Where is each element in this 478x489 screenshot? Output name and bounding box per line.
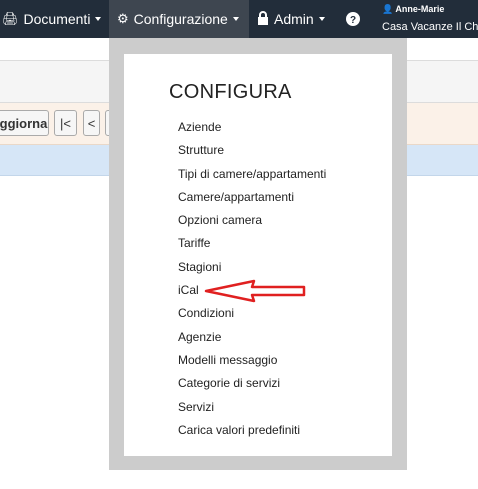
- menu-item-condizioni[interactable]: Condizioni: [178, 302, 326, 325]
- user-property: Casa Vacanze Il Chi: [382, 21, 478, 33]
- prev-page-button[interactable]: <: [83, 110, 100, 136]
- user-icon: 👤: [382, 4, 394, 14]
- configura-menu: CONFIGURA Aziende Strutture Tipi di came…: [124, 54, 392, 456]
- svg-text:?: ?: [350, 15, 356, 26]
- print-icon: 🖨: [2, 11, 19, 26]
- help-button[interactable]: ?: [346, 0, 360, 38]
- nav-configurazione[interactable]: ⚙ Configurazione: [109, 0, 249, 38]
- menu-title: CONFIGURA: [169, 81, 292, 103]
- nav-documenti-label: Documenti: [23, 11, 91, 27]
- lock-icon: [257, 10, 269, 28]
- chevron-down-icon: [232, 17, 239, 21]
- nav-admin[interactable]: Admin: [257, 0, 325, 38]
- user-info[interactable]: 👤 Anne-Marie Casa Vacanze Il Chi: [382, 4, 478, 33]
- nav-configurazione-label: Configurazione: [133, 11, 228, 27]
- chevron-down-icon: [318, 17, 325, 21]
- menu-item-modelli-messaggio[interactable]: Modelli messaggio: [178, 349, 326, 372]
- menu-item-categorie-servizi[interactable]: Categorie di servizi: [178, 372, 326, 395]
- menu-item-tariffe[interactable]: Tariffe: [178, 232, 326, 255]
- question-icon: ?: [346, 12, 360, 26]
- gear-icon: ⚙: [117, 11, 129, 26]
- first-page-button[interactable]: |<: [54, 110, 77, 136]
- menu-item-aziende[interactable]: Aziende: [178, 116, 326, 139]
- user-name-row: 👤 Anne-Marie: [382, 4, 478, 15]
- menu-item-servizi[interactable]: Servizi: [178, 396, 326, 419]
- user-name: Anne-Marie: [395, 4, 445, 14]
- chevron-down-icon: [95, 17, 102, 21]
- nav-documenti[interactable]: 🖨 Documenti: [0, 0, 102, 38]
- update-button[interactable]: ggiorna: [0, 110, 49, 136]
- menu-item-carica-valori[interactable]: Carica valori predefiniti: [178, 419, 326, 442]
- red-arrow-annotation: [204, 279, 306, 303]
- menu-item-agenzie[interactable]: Agenzie: [178, 326, 326, 349]
- top-navbar: 🖨 Documenti ⚙ Configurazione Admin ? 👤 A…: [0, 0, 478, 38]
- menu-item-stagioni[interactable]: Stagioni: [178, 256, 326, 279]
- nav-admin-label: Admin: [274, 11, 314, 27]
- menu-item-strutture[interactable]: Strutture: [178, 139, 326, 162]
- menu-item-tipi-camere[interactable]: Tipi di camere/appartamenti: [178, 163, 326, 186]
- menu-item-camere[interactable]: Camere/appartamenti: [178, 186, 326, 209]
- menu-item-opzioni-camera[interactable]: Opzioni camera: [178, 209, 326, 232]
